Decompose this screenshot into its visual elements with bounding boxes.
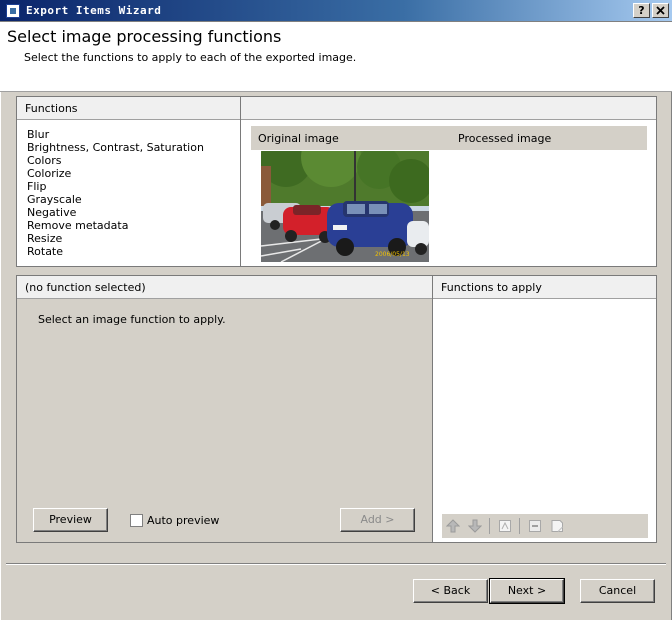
close-icon xyxy=(656,6,665,15)
functions-panel: Functions Blur Brightness, Contrast, Sat… xyxy=(16,96,241,267)
image-label-bar: Original image Processed image xyxy=(251,126,647,150)
function-item-rotate[interactable]: Rotate xyxy=(27,245,204,258)
window-title: Export Items Wizard xyxy=(26,4,162,17)
arrow-up-icon xyxy=(446,519,460,533)
auto-preview-label[interactable]: Auto preview xyxy=(147,514,219,527)
preview-button[interactable]: Preview xyxy=(33,508,108,532)
photo-date-stamp: 2006/05/13 xyxy=(375,251,410,258)
function-detail-panel: (no function selected) Select an image f… xyxy=(16,275,433,543)
move-down-button[interactable] xyxy=(466,517,484,535)
remove-function-button[interactable] xyxy=(526,517,544,535)
clear-icon xyxy=(551,520,563,532)
page-title: Select image processing functions xyxy=(7,27,282,46)
app-icon xyxy=(6,4,20,18)
function-item-blur[interactable]: Blur xyxy=(27,128,204,141)
processed-image-label: Processed image xyxy=(458,132,552,145)
edit-function-button[interactable] xyxy=(496,517,514,535)
next-button[interactable]: Next > xyxy=(489,578,565,604)
function-item-colorize[interactable]: Colorize xyxy=(27,167,204,180)
wizard-header: Select image processing functions Select… xyxy=(0,22,672,92)
function-detail-header: (no function selected) xyxy=(17,276,432,299)
apply-toolbar xyxy=(442,514,648,538)
preview-panel: Original image Processed image 2006/05/1… xyxy=(240,96,657,267)
move-up-button[interactable] xyxy=(444,517,462,535)
function-detail-message: Select an image function to apply. xyxy=(38,313,226,326)
cancel-button[interactable]: Cancel xyxy=(580,579,655,603)
functions-to-apply-list[interactable] xyxy=(433,300,656,512)
function-item-resize[interactable]: Resize xyxy=(27,232,204,245)
toolbar-separator xyxy=(489,518,490,534)
function-item-brightness[interactable]: Brightness, Contrast, Saturation xyxy=(27,141,204,154)
function-item-flip[interactable]: Flip xyxy=(27,180,204,193)
functions-to-apply-panel: Functions to apply xyxy=(432,275,657,543)
page-subtitle: Select the functions to apply to each of… xyxy=(24,51,357,64)
function-item-remove-metadata[interactable]: Remove metadata xyxy=(27,219,204,232)
edit-icon xyxy=(499,520,511,532)
toolbar-separator xyxy=(519,518,520,534)
close-button[interactable] xyxy=(652,3,669,18)
original-image-preview: 2006/05/13 xyxy=(261,151,429,262)
title-bar[interactable]: Export Items Wizard ? xyxy=(0,0,672,22)
help-button[interactable]: ? xyxy=(633,3,650,18)
footer-separator xyxy=(6,563,666,565)
function-item-grayscale[interactable]: Grayscale xyxy=(27,193,204,206)
add-button[interactable]: Add > xyxy=(340,508,415,532)
functions-list: Blur Brightness, Contrast, Saturation Co… xyxy=(27,128,204,258)
remove-icon xyxy=(529,520,541,532)
clear-functions-button[interactable] xyxy=(548,517,566,535)
auto-preview-checkbox[interactable] xyxy=(130,514,143,527)
function-item-negative[interactable]: Negative xyxy=(27,206,204,219)
back-button[interactable]: < Back xyxy=(413,579,488,603)
arrow-down-icon xyxy=(468,519,482,533)
original-image-label: Original image xyxy=(258,132,339,145)
functions-to-apply-header: Functions to apply xyxy=(433,276,656,299)
functions-header: Functions xyxy=(17,97,240,120)
function-item-colors[interactable]: Colors xyxy=(27,154,204,167)
preview-header xyxy=(241,97,656,120)
